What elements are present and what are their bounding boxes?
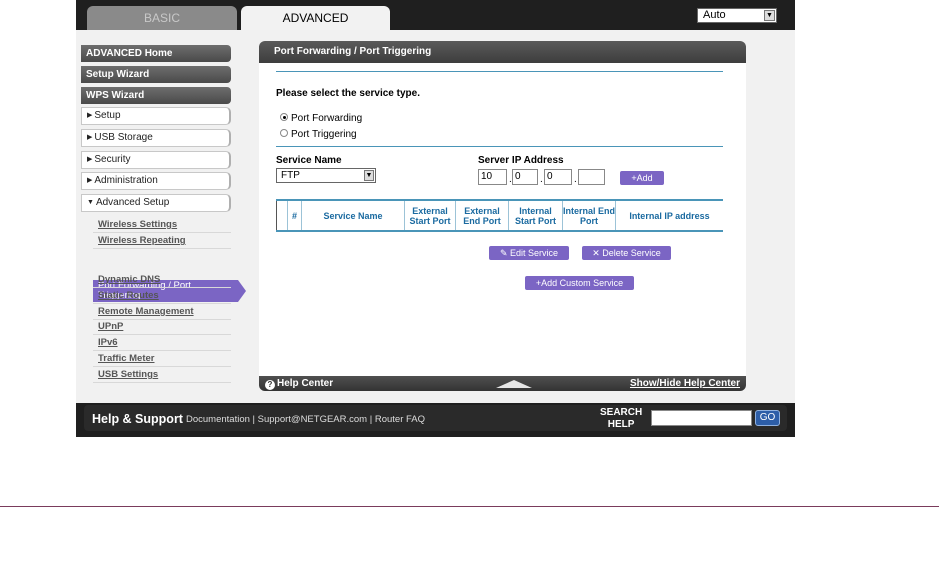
server-ip-label: Server IP Address — [478, 155, 564, 166]
divider — [93, 350, 231, 351]
delete-service-button[interactable]: ✕ Delete Service — [582, 246, 671, 260]
col-external-start-port: External Start Port — [405, 201, 456, 230]
divider — [93, 319, 231, 320]
sidebar-item-administration[interactable]: ▶ Administration — [81, 172, 231, 190]
ip-dot: . — [540, 174, 543, 185]
sidebar-item-advanced-setup[interactable]: ▼ Advanced Setup — [81, 194, 231, 212]
router-faq-link[interactable]: Router FAQ — [375, 414, 425, 425]
help-center-label: Help Center — [277, 378, 334, 389]
edit-service-button[interactable]: ✎ Edit Service — [489, 246, 569, 260]
sidebar-item-setup-wizard[interactable]: Setup Wizard — [81, 66, 231, 83]
question-icon: ? — [265, 380, 275, 390]
divider — [93, 382, 231, 383]
sidebar-item-wps-wizard[interactable]: WPS Wizard — [81, 87, 231, 104]
triangle-down-icon: ▼ — [87, 199, 94, 206]
sub-item-wireless-repeating[interactable]: Wireless Repeating — [98, 235, 186, 246]
add-custom-service-label: Add Custom Service — [541, 278, 624, 288]
search-help-label: SEARCH HELP — [600, 407, 642, 431]
help-center-bar: ? Help Center Show/Hide Help Center — [259, 376, 746, 391]
go-button[interactable]: GO — [755, 410, 780, 426]
col-service-name: Service Name — [302, 201, 405, 230]
help-support-bar: Help & Support Documentation | Support@N… — [84, 405, 787, 431]
service-name-value: FTP — [281, 170, 300, 181]
sidebar-item-usb-storage[interactable]: ▶ USB Storage — [81, 129, 231, 147]
language-select-value: Auto — [703, 9, 726, 21]
ip-octet-3[interactable]: 0 — [544, 169, 572, 185]
edit-service-label: Edit Service — [510, 248, 559, 258]
sub-item-remote-management[interactable]: Remote Management — [98, 306, 194, 317]
radio-port-triggering[interactable] — [280, 129, 288, 137]
add-button-label: Add — [636, 173, 653, 183]
col-external-end-port: External End Port — [456, 201, 509, 230]
help-support-title: Help & Support — [92, 412, 183, 426]
chevron-down-icon: ▼ — [364, 170, 374, 181]
sub-item-wireless-settings[interactable]: Wireless Settings — [98, 219, 177, 230]
chevron-down-icon: ▼ — [764, 10, 775, 21]
col-number: # — [288, 201, 302, 230]
x-icon: ✕ — [592, 248, 603, 258]
sub-item-upnp[interactable]: UPnP — [98, 321, 123, 332]
sub-item-usb-settings[interactable]: USB Settings — [98, 369, 158, 380]
radio-port-triggering-label: Port Triggering — [291, 129, 357, 140]
search-label-line2: HELP — [607, 419, 635, 430]
ip-octet-1[interactable]: 10 — [478, 169, 507, 185]
search-input[interactable] — [651, 410, 752, 426]
router-admin-frame: BASIC ADVANCED Auto ▼ ADVANCED Home Setu… — [76, 0, 795, 437]
col-internal-end-port: Internal End Port — [563, 201, 616, 230]
ip-octet-2[interactable]: 0 — [512, 169, 538, 185]
sub-item-traffic-meter[interactable]: Traffic Meter — [98, 353, 155, 364]
triangle-right-icon: ▶ — [87, 134, 93, 141]
add-custom-service-button[interactable]: +Add Custom Service — [525, 276, 634, 290]
col-internal-ip: Internal IP address — [629, 210, 710, 221]
divider — [93, 366, 231, 367]
service-name-label: Service Name — [276, 155, 342, 166]
sub-item-dynamic-dns[interactable]: Dynamic DNS — [98, 274, 160, 285]
help-center-link[interactable]: ? Help Center — [265, 376, 333, 391]
triangle-right-icon: ▶ — [87, 177, 93, 184]
ip-octet-4[interactable] — [578, 169, 605, 185]
sidebar-item-advanced-home[interactable]: ADVANCED Home — [81, 45, 231, 62]
panel-title: Port Forwarding / Port Triggering — [259, 41, 746, 63]
up-triangle-icon[interactable] — [496, 380, 532, 388]
sidebar-item-label: Advanced Setup — [95, 197, 170, 208]
sidebar-item-label: Administration — [94, 175, 158, 186]
divider — [93, 303, 231, 304]
help-support-links: Documentation | Support@NETGEAR.com | Ro… — [186, 414, 425, 425]
radio-port-forwarding-label: Port Forwarding — [291, 113, 363, 124]
sidebar-item-label: Security — [94, 154, 131, 165]
sub-item-static-routes[interactable]: Static Routes — [98, 290, 159, 301]
tab-basic[interactable]: BASIC — [87, 6, 237, 30]
support-email-link[interactable]: Support@NETGEAR.com — [258, 414, 367, 425]
sidebar-item-security[interactable]: ▶ Security — [81, 151, 231, 169]
triangle-right-icon: ▶ — [87, 112, 93, 119]
service-name-select[interactable]: FTP ▼ — [276, 168, 376, 183]
sidebar-item-setup[interactable]: ▶ Setup — [81, 107, 231, 125]
language-select[interactable]: Auto ▼ — [697, 8, 777, 23]
divider — [93, 334, 231, 335]
main-panel: Port Forwarding / Port Triggering Please… — [259, 41, 746, 391]
service-type-prompt: Please select the service type. — [276, 88, 420, 99]
show-hide-help-center-link[interactable]: Show/Hide Help Center — [630, 376, 740, 391]
col-spacer — [276, 201, 288, 230]
divider — [93, 232, 231, 233]
add-button[interactable]: +Add — [620, 171, 664, 185]
divider — [276, 71, 723, 72]
triangle-right-icon: ▶ — [87, 156, 93, 163]
sidebar-item-label: USB Storage — [94, 132, 153, 143]
page-divider — [0, 506, 939, 507]
divider — [93, 287, 231, 288]
tab-advanced[interactable]: ADVANCED — [241, 6, 390, 30]
col-internal-start-port: Internal Start Port — [509, 201, 563, 230]
radio-port-forwarding[interactable] — [280, 113, 288, 121]
divider — [93, 248, 231, 249]
services-table: # Service Name External Start Port Exter… — [276, 199, 723, 232]
pencil-icon: ✎ — [499, 248, 510, 258]
sub-item-ipv6[interactable]: IPv6 — [98, 337, 118, 348]
documentation-link[interactable]: Documentation — [186, 414, 250, 425]
sidebar-item-label: Setup — [94, 110, 121, 121]
divider — [276, 146, 723, 147]
ip-dot: . — [574, 174, 577, 185]
search-label-line1: SEARCH — [600, 407, 643, 418]
delete-service-label: Delete Service — [602, 248, 661, 258]
